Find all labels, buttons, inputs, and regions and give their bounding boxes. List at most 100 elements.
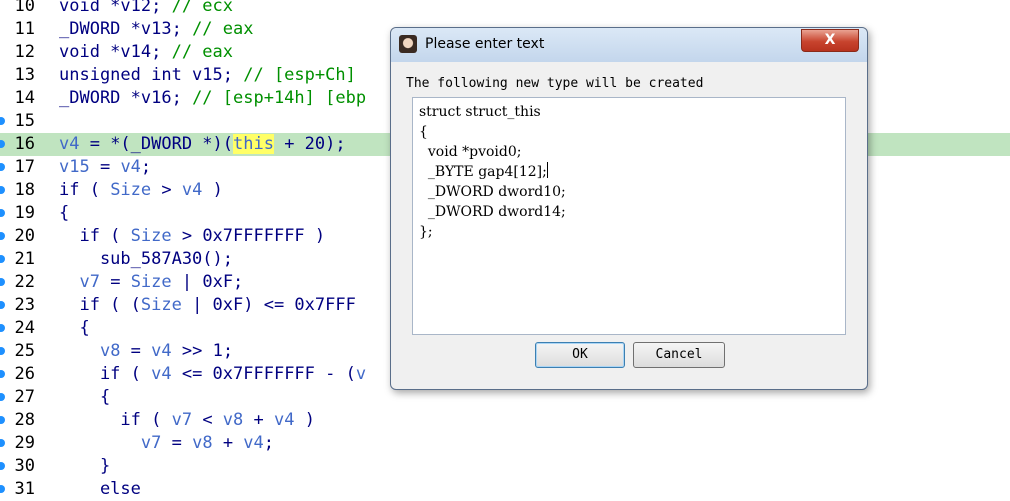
code-token: else bbox=[59, 479, 141, 499]
editor-line: }; bbox=[419, 222, 433, 242]
editor-line-text: struct struct_this bbox=[419, 104, 541, 120]
breakpoint-dot-icon[interactable] bbox=[0, 347, 5, 355]
code-token: ) bbox=[294, 410, 315, 430]
line-number: 31 bbox=[14, 479, 35, 499]
line-number: 14 bbox=[14, 88, 35, 108]
breakpoint-dot-icon[interactable] bbox=[0, 439, 5, 447]
code-text: v15 = v4; bbox=[59, 156, 151, 179]
breakpoint-dot-icon[interactable] bbox=[0, 186, 5, 194]
code-line[interactable]: 31 else bbox=[0, 478, 1010, 501]
breakpoint-dot-icon[interactable] bbox=[0, 255, 5, 263]
line-number: 24 bbox=[14, 318, 35, 338]
code-token: v15 bbox=[59, 157, 90, 177]
code-token: // eax bbox=[192, 19, 254, 39]
code-token: { bbox=[59, 203, 70, 223]
code-text: if ( Size > v4 ) bbox=[59, 179, 223, 202]
breakpoint-dot-icon[interactable] bbox=[0, 117, 5, 125]
code-token: // [esp+Ch] bbox=[243, 65, 356, 85]
ok-button[interactable]: OK bbox=[535, 342, 625, 368]
line-number: 19 bbox=[14, 203, 35, 223]
code-line[interactable]: 10 void *v12; // ecx bbox=[0, 0, 1010, 18]
code-token: void *v14; bbox=[59, 42, 172, 62]
type-definition-textarea[interactable]: struct struct_this { void *pvoid0; _BYTE … bbox=[412, 97, 846, 335]
code-text: if ( (Size | 0xF) <= 0x7FFF bbox=[59, 294, 355, 317]
code-token: = bbox=[161, 433, 193, 453]
breakpoint-dot-icon[interactable] bbox=[0, 163, 5, 171]
code-token: sub_587A30(); bbox=[59, 249, 233, 269]
code-text: unsigned int v15; // [esp+Ch] bbox=[59, 64, 356, 87]
code-token: if ( bbox=[59, 364, 152, 384]
code-token: v7 bbox=[79, 272, 100, 292]
dialog-title: Please enter text bbox=[425, 36, 545, 52]
line-number: 21 bbox=[14, 249, 35, 269]
code-token: = *(_DWORD *)( bbox=[79, 134, 234, 154]
breakpoint-dot-icon[interactable] bbox=[0, 232, 5, 240]
editor-line: _DWORD dword10; bbox=[419, 182, 566, 202]
breakpoint-dot-icon[interactable] bbox=[0, 416, 5, 424]
code-line[interactable]: 29 v7 = v8 + v4; bbox=[0, 432, 1010, 455]
line-number: 29 bbox=[14, 433, 35, 453]
code-text: { bbox=[59, 317, 89, 340]
code-text: { bbox=[59, 202, 69, 225]
code-token: // [esp+14h] [ebp bbox=[192, 88, 367, 108]
enter-text-dialog: Please enter text X The following new ty… bbox=[390, 27, 868, 390]
code-text: { bbox=[59, 386, 110, 409]
code-token: v7 bbox=[171, 410, 193, 430]
line-number: 11 bbox=[14, 19, 35, 39]
breakpoint-dot-icon[interactable] bbox=[0, 209, 5, 217]
code-token: v4 bbox=[59, 134, 80, 154]
line-number: 10 bbox=[14, 0, 35, 16]
breakpoint-dot-icon[interactable] bbox=[0, 370, 5, 378]
code-token: < bbox=[192, 410, 223, 430]
code-token: if ( bbox=[59, 410, 172, 430]
editor-line: struct struct_this bbox=[419, 102, 541, 122]
breakpoint-dot-icon[interactable] bbox=[0, 485, 5, 493]
code-text: v8 = v4 >> 1; bbox=[59, 340, 233, 363]
code-line[interactable]: 28 if ( v7 < v8 + v4 ) bbox=[0, 409, 1010, 432]
code-text: else bbox=[59, 478, 141, 501]
breakpoint-dot-icon[interactable] bbox=[0, 324, 5, 332]
code-token: // ecx bbox=[171, 0, 234, 16]
code-token: >> 1; bbox=[171, 341, 234, 361]
code-text: v7 = v8 + v4; bbox=[59, 432, 274, 455]
code-text: _DWORD *v13; // eax bbox=[59, 18, 253, 41]
code-token: v8 bbox=[99, 341, 121, 361]
code-text: sub_587A30(); bbox=[59, 248, 233, 271]
breakpoint-dot-icon[interactable] bbox=[0, 278, 5, 286]
code-token: _DWORD *v16; bbox=[59, 88, 193, 108]
code-token: v4 bbox=[120, 157, 141, 177]
editor-line-text: _BYTE gap4[12]; bbox=[419, 164, 547, 180]
code-token: Size bbox=[130, 226, 172, 246]
code-token: v4 bbox=[274, 410, 295, 430]
code-token: Size bbox=[110, 180, 152, 200]
highlighted-token: this bbox=[233, 134, 274, 154]
code-token: + bbox=[243, 410, 274, 430]
code-token: ; bbox=[263, 433, 275, 453]
code-token: ; bbox=[140, 157, 152, 177]
code-token: = bbox=[99, 272, 131, 292]
code-text: } bbox=[59, 455, 110, 478]
code-text: v7 = Size | 0xF; bbox=[59, 271, 243, 294]
code-token: unsigned int v15; bbox=[59, 65, 244, 85]
code-token: v4 bbox=[243, 433, 264, 453]
breakpoint-dot-icon[interactable] bbox=[0, 393, 5, 401]
dialog-titlebar[interactable]: Please enter text X bbox=[391, 28, 867, 62]
line-number: 18 bbox=[14, 180, 35, 200]
line-number: 17 bbox=[14, 157, 35, 177]
cancel-button[interactable]: Cancel bbox=[633, 342, 725, 368]
code-text: v4 = *(_DWORD *)(this + 20); bbox=[59, 133, 346, 156]
code-token: v4 bbox=[151, 341, 172, 361]
line-number: 20 bbox=[14, 226, 35, 246]
code-token: v8 bbox=[222, 410, 244, 430]
breakpoint-dot-icon[interactable] bbox=[0, 462, 5, 470]
breakpoint-dot-icon[interactable] bbox=[0, 301, 5, 309]
code-token: = bbox=[120, 341, 152, 361]
code-text: void *v14; // eax bbox=[59, 41, 233, 64]
code-token: if ( ( bbox=[59, 295, 141, 315]
breakpoint-dot-icon[interactable] bbox=[0, 140, 5, 148]
code-line[interactable]: 30 } bbox=[0, 455, 1010, 478]
close-button[interactable]: X bbox=[801, 29, 859, 52]
code-token: v bbox=[355, 364, 367, 384]
